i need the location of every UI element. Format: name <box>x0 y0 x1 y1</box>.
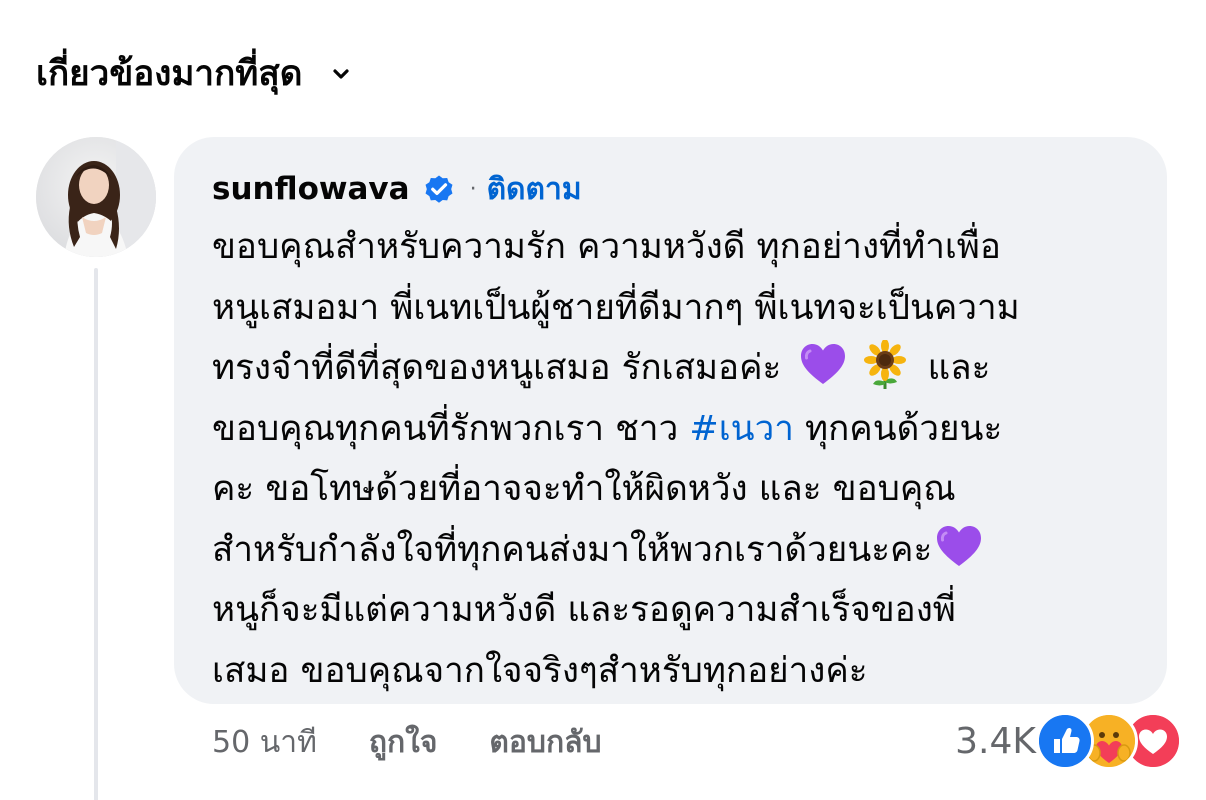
reply-button[interactable]: ตอบกลับ <box>489 719 601 766</box>
comment-line: หนูก็จะมีแต่ความหวังดี และรอดูความสำเร็จ… <box>212 590 956 630</box>
comment-bubble: sunflowava · ติดตาม ขอบคุณสำหรับความรัก … <box>174 137 1167 704</box>
reaction-summary[interactable]: 3.4K <box>955 711 1182 771</box>
thread-line <box>94 268 98 800</box>
purple-heart-icon <box>798 340 848 390</box>
comment-line-text: ทรงจำที่ดีที่สุดของหนูเสมอ รักเสมอค่ะ <box>212 348 782 388</box>
comment-timestamp[interactable]: 50 นาที <box>212 719 317 766</box>
follow-button[interactable]: ติดตาม <box>487 166 582 213</box>
hashtag-link[interactable]: #เนวา <box>689 409 794 449</box>
reaction-count: 3.4K <box>955 720 1036 762</box>
comment-text: ขอบคุณสำหรับความรัก ความหวังดี ทุกอย่างท… <box>212 217 1131 701</box>
like-button[interactable]: ถูกใจ <box>369 719 438 766</box>
comment-line: ขอบคุณทุกคนที่รักพวกเรา ชาว #เนวา ทุกคนด… <box>212 399 1131 460</box>
comment-line-text: สำหรับกำลังใจที่ทุกคนส่งมาให้พวกเราด้วยน… <box>212 529 933 570</box>
comment-section: เกี่ยวข้องมากที่สุด sunflowava · ติดตาม … <box>0 0 1206 800</box>
sort-label: เกี่ยวข้องมากที่สุด <box>36 54 303 94</box>
verified-badge-icon <box>422 172 456 206</box>
separator-dot: · <box>469 176 477 202</box>
avatar[interactable] <box>36 137 156 257</box>
comment-line: ขอบคุณสำหรับความรัก ความหวังดี ทุกอย่างท… <box>212 227 1001 267</box>
purple-heart-icon <box>934 522 984 572</box>
comment-line: สำหรับกำลังใจที่ทุกคนส่งมาให้พวกเราด้วยน… <box>212 520 1131 581</box>
comment-line-text: และ <box>927 348 991 388</box>
comment-header: sunflowava · ติดตาม <box>212 167 1131 211</box>
chevron-down-icon <box>330 63 352 85</box>
comment-line: ทรงจำที่ดีที่สุดของหนูเสมอ รักเสมอค่ะ แล… <box>212 338 1131 399</box>
comment-line-text: ทุกคนด้วยนะ <box>805 408 1003 449</box>
comment-line: เสมอ ขอบคุณจากใจจริงๆสำหรับทุกอย่างค่ะ <box>212 650 868 691</box>
sunflower-icon <box>860 339 910 390</box>
sort-dropdown[interactable]: เกี่ยวข้องมากที่สุด <box>36 46 352 102</box>
like-reaction-icon <box>1036 712 1094 770</box>
comment-line-text: ขอบคุณทุกคนที่รักพวกเรา ชาว <box>212 408 679 449</box>
comment-line: หนูเสมอมา พี่เนทเป็นผู้ชายที่ดีมากๆ พี่เ… <box>212 287 1020 328</box>
comment-line: คะ ขอโทษด้วยที่อาจจะทำให้ผิดหวัง และ ขอบ… <box>212 469 956 509</box>
author-name[interactable]: sunflowava <box>212 171 410 207</box>
comment-actions: 50 นาที ถูกใจ ตอบกลับ <box>212 714 602 770</box>
